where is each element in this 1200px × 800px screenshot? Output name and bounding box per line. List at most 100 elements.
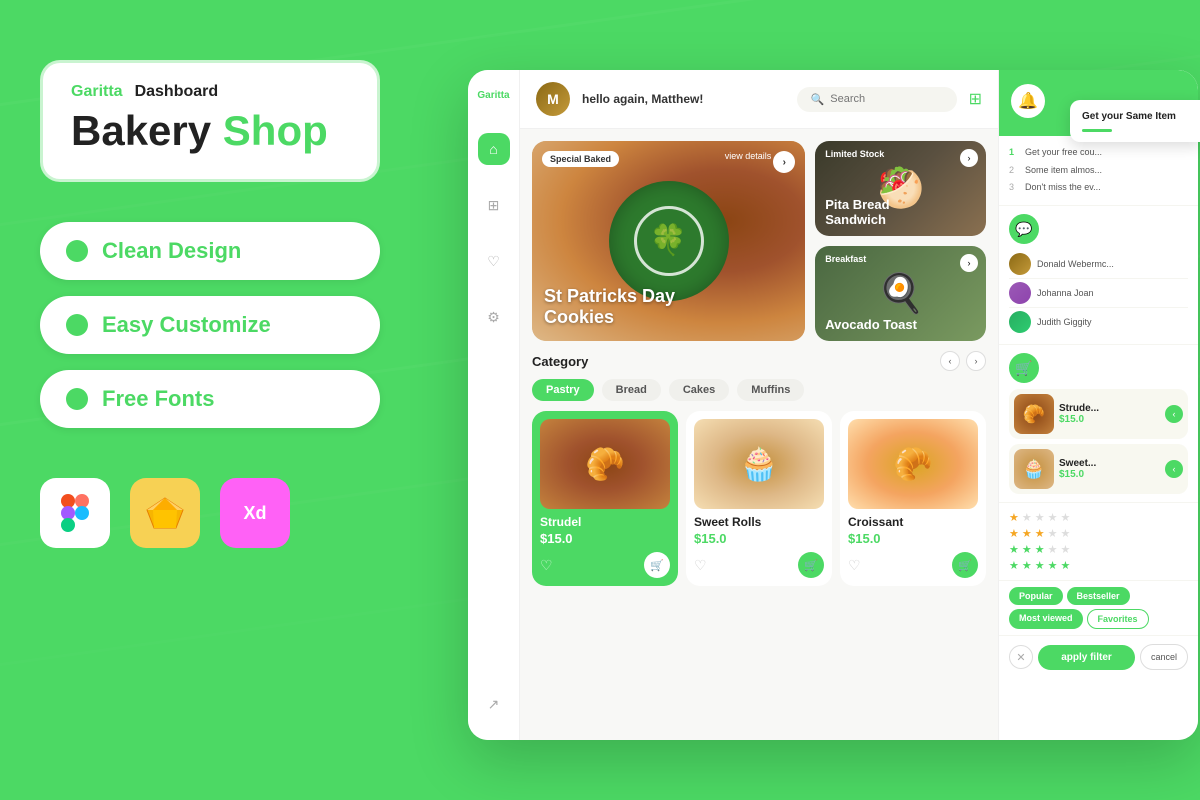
chat-icon-btn[interactable]: 💬	[1009, 214, 1039, 244]
apply-filter-button[interactable]: apply filter	[1038, 645, 1135, 670]
feature-pill-clean-design: Clean Design	[40, 222, 380, 280]
cart-item-1-nav[interactable]: ‹	[1165, 405, 1183, 423]
rating-row-green-1: ★ ★ ★ ★ ★	[1009, 543, 1188, 556]
pita-banner-tag: Limited Stock	[825, 149, 884, 159]
rating-row-2: ★ ★ ★ ★ ★	[1009, 527, 1188, 540]
greeting-prefix: hello again,	[582, 92, 651, 106]
app-topbar: M hello again, Matthew! 🔍 ⊞	[520, 70, 998, 129]
sidebar-home-icon[interactable]: ⌂	[478, 133, 510, 165]
category-pill-muffins[interactable]: Muffins	[737, 379, 804, 401]
strudel-cart-btn[interactable]: 🛒	[644, 552, 670, 578]
chat-name-2: Johanna Joan	[1037, 288, 1094, 298]
banner-row: 🍀 Special Baked view details › St Patric…	[532, 141, 986, 341]
product-price-sweet-rolls: $15.0	[694, 531, 824, 546]
croissant-heart-btn[interactable]: ♡	[848, 557, 861, 574]
search-input[interactable]	[830, 93, 942, 105]
same-item-text: Get your Same Item	[1082, 110, 1188, 124]
notif-item-1: 1 Get your free cou...	[1009, 144, 1188, 162]
star-g2-5: ★	[1061, 559, 1071, 572]
category-prev-btn[interactable]: ‹	[940, 351, 960, 371]
main-banner-view-details: view details	[725, 151, 772, 161]
product-name-strudel: Strudel	[540, 515, 670, 529]
product-card-croissant: 🥐 Croissant $15.0 ♡ 🛒	[840, 411, 986, 586]
filter-icon[interactable]: ⊞	[969, 89, 982, 109]
notif-num-1: 1	[1009, 147, 1019, 157]
chat-name-3: Judith Giggity	[1037, 317, 1092, 327]
figma-icon[interactable]	[40, 478, 110, 548]
category-pills: Pastry Bread Cakes Muffins	[532, 379, 986, 401]
app-sidebar: Garitta ⌂ ⊞ ♡ ⚙ ↗	[468, 70, 520, 740]
same-item-promo: Get your Same Item	[1070, 100, 1200, 142]
xd-icon[interactable]: Xd	[220, 478, 290, 548]
sweet-rolls-cart-btn[interactable]: 🛒	[798, 552, 824, 578]
brand-card: Garitta Dashboard Bakery Shop	[40, 60, 380, 182]
bell-icon[interactable]: 🔔	[1011, 84, 1045, 118]
main-banner-title-line2: Cookies	[544, 307, 675, 329]
product-card-sweet-rolls: 🧁 Sweet Rolls $15.0 ♡ 🛒	[686, 411, 832, 586]
feature-label-easy-customize: Easy Customize	[102, 312, 271, 338]
filter-tag-favorites[interactable]: Favorites	[1087, 609, 1149, 629]
product-card-strudel: 🥐 Strudel $15.0 ♡ 🛒	[532, 411, 678, 586]
app-mockup: Garitta ⌂ ⊞ ♡ ⚙ ↗ M hello again, Matthew…	[468, 70, 1198, 740]
strudel-heart-btn[interactable]: ♡	[540, 557, 553, 574]
chat-name-1: Donald Webermc...	[1037, 259, 1114, 269]
product-price-croissant: $15.0	[848, 531, 978, 546]
croissant-cart-btn[interactable]: 🛒	[952, 552, 978, 578]
sketch-icon[interactable]	[130, 478, 200, 548]
filter-tag-most-viewed[interactable]: Most viewed	[1009, 609, 1083, 629]
main-banner-title-line1: St Patricks Day	[544, 286, 675, 308]
category-pill-pastry[interactable]: Pastry	[532, 379, 594, 401]
brand-title-black: Bakery	[71, 107, 211, 154]
brand-title-green: Shop	[211, 107, 328, 154]
tool-icons-row: Xd	[40, 478, 380, 548]
filter-tags-section: Popular Bestseller Most viewed Favorites	[999, 581, 1198, 636]
feature-pill-free-fonts: Free Fonts	[40, 370, 380, 428]
xd-label: Xd	[243, 503, 266, 524]
notif-num-3: 3	[1009, 182, 1019, 192]
product-image-croissant: 🥐	[848, 419, 978, 509]
brand-label: Dashboard	[135, 83, 219, 101]
cancel-filter-button[interactable]: cancel	[1140, 644, 1188, 670]
sidebar-settings-icon[interactable]: ⚙	[478, 301, 510, 333]
category-next-btn[interactable]: ›	[966, 351, 986, 371]
notif-num-2: 2	[1009, 165, 1019, 175]
cart-item-1-name: Strude...	[1059, 403, 1160, 414]
chat-avatar-1	[1009, 253, 1031, 275]
cart-item-2-nav[interactable]: ‹	[1165, 460, 1183, 478]
notif-text-1: Get your free cou...	[1025, 147, 1102, 159]
star-2-1: ★	[1009, 527, 1019, 540]
filter-tag-popular[interactable]: Popular	[1009, 587, 1063, 605]
cart-item-1: 🥐 Strude... $15.0 ‹	[1009, 389, 1188, 439]
sidebar-heart-icon[interactable]: ♡	[478, 245, 510, 277]
sidebar-grid-icon[interactable]: ⊞	[478, 189, 510, 221]
star-g2-1: ★	[1009, 559, 1019, 572]
star-1-2: ★	[1022, 511, 1032, 524]
rating-row-1: ★ ★ ★ ★ ★	[1009, 511, 1188, 524]
filter-tag-bestseller[interactable]: Bestseller	[1067, 587, 1130, 605]
cart-item-1-img: 🥐	[1014, 394, 1054, 434]
brand-name: Garitta	[71, 83, 123, 101]
chat-avatar-3	[1009, 311, 1031, 333]
chat-user-1: Donald Webermc...	[1009, 250, 1188, 279]
category-pill-cakes[interactable]: Cakes	[669, 379, 729, 401]
sweet-rolls-heart-btn[interactable]: ♡	[694, 557, 707, 574]
chat-user-3: Judith Giggity	[1009, 308, 1188, 336]
category-header: Category ‹ ›	[532, 351, 986, 371]
notif-item-2: 2 Some item almos...	[1009, 162, 1188, 180]
cart-item-2-name: Sweet...	[1059, 458, 1160, 469]
brand-title: Bakery Shop	[71, 107, 349, 155]
sidebar-logout-icon[interactable]: ↗	[478, 688, 510, 720]
pita-title-line1: Pita Bread	[825, 197, 889, 213]
product-image-strudel: 🥐	[540, 419, 670, 509]
category-pill-bread[interactable]: Bread	[602, 379, 661, 401]
avocado-banner-arrow[interactable]: ›	[960, 254, 978, 272]
right-panel: 🔔 1 Get your free cou... 2 Some item alm…	[998, 70, 1198, 740]
category-nav: ‹ ›	[940, 351, 986, 371]
cart-icon-btn[interactable]: 🛒	[1009, 353, 1039, 383]
pita-banner-arrow[interactable]: ›	[960, 149, 978, 167]
product-actions-strudel: ♡ 🛒	[540, 552, 670, 578]
notif-text-3: Don't miss the ev...	[1025, 182, 1101, 194]
pill-dot-easy-customize	[66, 314, 88, 336]
search-bar[interactable]: 🔍	[797, 87, 957, 112]
filter-close-btn[interactable]: ✕	[1009, 645, 1033, 669]
